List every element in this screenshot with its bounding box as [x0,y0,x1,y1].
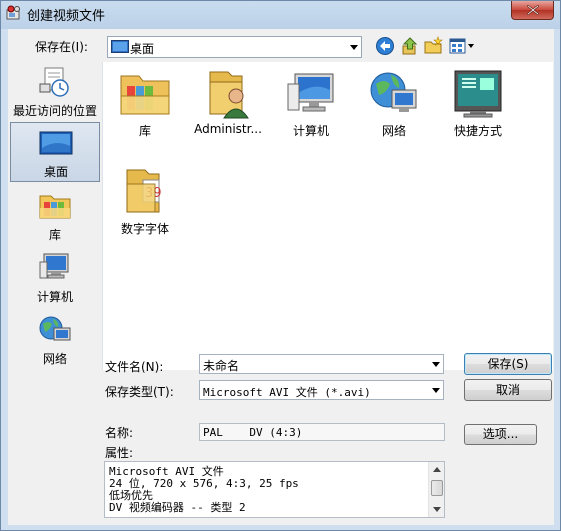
file-item-fonts[interactable]: 39 数字字体 [100,162,190,257]
computer-icon [287,73,334,112]
chevron-down-icon [350,45,358,50]
libraries-icon [39,195,71,219]
close-icon [527,5,539,15]
place-label: 计算机 [36,290,73,304]
video-app-icon [6,5,20,20]
title-bar[interactable]: 创建视频文件 [1,1,560,25]
font-folder-icon: 39 [126,169,162,213]
properties-line: DV 视频编码器 -- 类型 2 [109,501,246,514]
window-title: 创建视频文件 [27,9,106,24]
new-folder-icon [424,36,443,54]
properties-box[interactable]: Microsoft AVI 文件 24 位, 720 x 576, 4:3, 2… [104,461,445,518]
view-menu-button[interactable] [449,36,475,58]
file-item-libraries[interactable]: 库 [100,64,190,159]
view-grid-icon [449,38,474,54]
file-label: Administr... [194,122,262,136]
file-item-shortcut[interactable]: 快捷方式 [433,64,523,159]
location-combo[interactable]: 桌面 [107,36,362,58]
filename-value: 未命名 [203,359,240,373]
name-field: PAL DV (4:3) [199,423,445,441]
file-label: 快捷方式 [453,124,502,138]
properties-scrollbar[interactable] [428,462,444,517]
place-label: 最近访问的位置 [12,104,97,118]
filetype-label: 保存类型(T): [105,385,174,399]
up-arrow-icon [402,37,418,55]
chevron-down-icon[interactable] [431,385,441,395]
file-label: 库 [138,124,151,138]
file-label: 计算机 [292,124,329,138]
place-label: 库 [48,228,61,242]
file-item-computer[interactable]: 计算机 [266,64,356,159]
dialog-body: 保存在(I): 桌面 最近访问的位置 桌面 库 计算机 网络 库 Adminis… [8,29,554,525]
place-label: 桌面 [43,165,68,179]
options-button[interactable]: 选项... [464,424,537,445]
back-button[interactable] [375,36,397,58]
file-label: 网络 [381,124,406,138]
name-value: PAL DV (4:3) [203,426,303,439]
cancel-button[interactable]: 取消 [464,379,552,401]
chevron-down-icon[interactable] [431,359,441,369]
close-button[interactable] [511,1,554,20]
desktop-icon [39,131,73,155]
save-button[interactable]: 保存(S) [464,353,552,375]
file-list: 库 Administr... 计算机 网络 快捷方式 数字字体 [102,62,553,370]
network-icon [39,316,71,341]
computer-icon [39,253,69,279]
back-arrow-icon [376,37,394,55]
place-computer[interactable]: 计算机 [10,248,100,308]
user-folder-icon [209,71,249,119]
save-dialog-window: 创建视频文件 保存在(I): 桌面 最近访问的位置 桌面 库 计算机 网络 库 … [0,0,561,531]
file-label: 数字字体 [120,222,169,236]
scrollbar-thumb[interactable] [431,480,443,496]
up-folder-button[interactable] [400,36,422,58]
libraries-folder-icon [120,75,170,115]
places-bar: 最近访问的位置 桌面 库 计算机 网络 [10,62,100,366]
shortcut-icon [454,70,502,118]
scroll-down-icon[interactable] [433,507,441,513]
place-libraries[interactable]: 库 [10,186,100,246]
place-network[interactable]: 网络 [10,310,100,370]
recent-places-icon [39,67,69,97]
filename-label: 文件名(N): [105,360,164,374]
file-item-administrator[interactable]: Administr... [183,64,273,159]
filetype-select[interactable]: Microsoft AVI 文件 (*.avi) [199,380,444,400]
place-desktop[interactable]: 桌面 [10,122,100,182]
save-in-label: 保存在(I): [35,40,88,54]
new-folder-button[interactable] [424,36,446,58]
place-recent[interactable]: 最近访问的位置 [10,62,100,122]
desktop-icon [111,40,129,53]
filetype-value: Microsoft AVI 文件 (*.avi) [203,386,371,399]
location-text: 桌面 [130,42,155,56]
place-label: 网络 [42,352,67,366]
name-label: 名称: [105,426,134,440]
network-icon [370,72,417,112]
filename-input[interactable]: 未命名 [199,354,444,374]
scroll-up-icon[interactable] [433,466,441,472]
file-item-network[interactable]: 网络 [349,64,439,159]
properties-label: 属性: [105,446,134,460]
